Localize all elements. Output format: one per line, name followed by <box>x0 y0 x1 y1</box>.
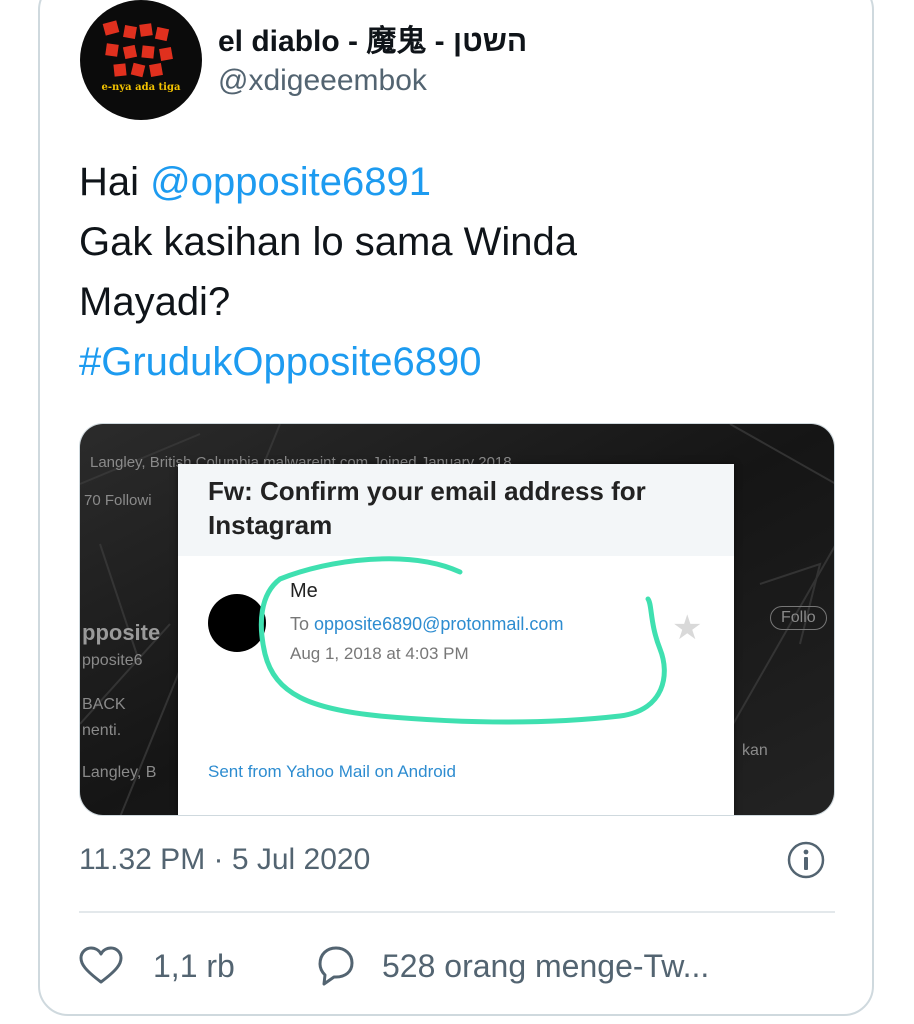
tweet-line-2: Gak kasihan lo sama Winda <box>79 220 578 264</box>
tweet-line-1: Hai @opposite6891 <box>79 152 839 212</box>
hashtag-link[interactable]: #GrudukOpposite6890 <box>79 332 839 392</box>
tweet-timestamp[interactable]: 11.32 PM · 5 Jul 2020 <box>79 843 370 877</box>
avatar-tagline: e-nya ada tiga <box>101 82 181 93</box>
tweet-body: Hai @opposite6891 Gak kasihan lo sama Wi… <box>79 152 839 392</box>
author-avatar[interactable]: e-nya ada tiga <box>80 0 202 120</box>
author-handle[interactable]: @xdigeeembok <box>218 64 427 98</box>
mention-link[interactable]: @opposite6891 <box>150 160 431 204</box>
tweet-line-3: Mayadi? <box>79 280 231 324</box>
stats-divider <box>79 911 835 913</box>
heart-icon <box>79 946 123 984</box>
like-count: 1,1 rb <box>153 947 235 984</box>
tweet-media-image[interactable]: Langley, British Columbia malwareint.com… <box>79 423 835 816</box>
avatar-logo <box>102 20 173 78</box>
like-button[interactable]: 1,1 rb <box>79 944 235 988</box>
greeting-text: Hai <box>79 160 151 204</box>
author-display-name[interactable]: el diablo - 魔鬼 - השטן <box>218 16 527 60</box>
retweet-count: 528 orang menge-Tw... <box>382 947 710 984</box>
info-icon[interactable] <box>786 840 826 880</box>
retweet-summary[interactable]: 528 orang menge-Tw... <box>312 944 709 988</box>
reply-icon <box>318 946 354 986</box>
highlight-circle <box>258 556 667 725</box>
